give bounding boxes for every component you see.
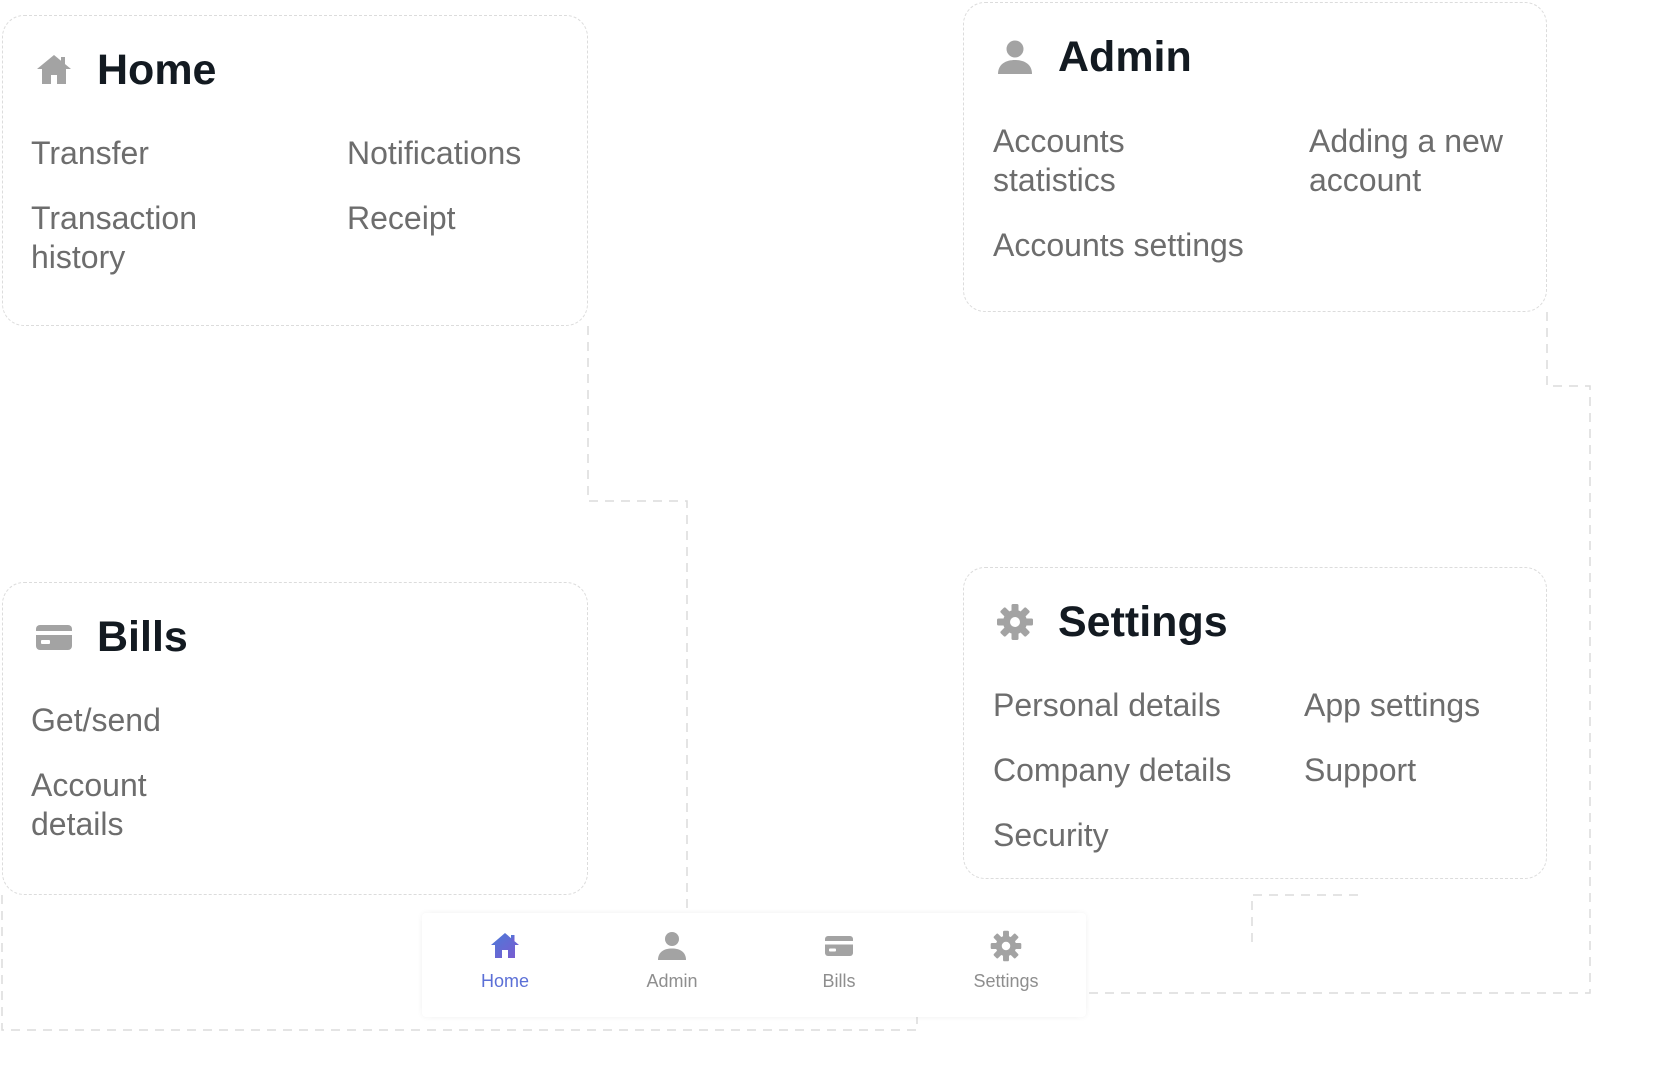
admin-item-adding-new-account[interactable]: Adding a new account [1309,122,1503,200]
nav-item-bills[interactable]: Bills [779,923,899,1007]
nav-label-home: Home [480,971,529,991]
admin-card-header: Admin [994,33,1192,81]
bills-item-account-details[interactable]: Account details [31,766,147,844]
connector-settings-stub [1251,894,1360,942]
admin-card: Admin Accounts statistics Adding a new a… [963,2,1547,312]
bills-item-get-send[interactable]: Get/send [31,701,161,740]
admin-card-title: Admin [1058,33,1192,81]
home-card-title: Home [97,46,217,94]
nav-item-home[interactable]: Home [445,923,565,1007]
home-icon [491,933,519,958]
user-icon [994,36,1036,78]
nav-label-bills: Bills [822,971,856,991]
settings-card: Settings Personal details App settings C… [963,567,1547,879]
gear-icon [990,930,1022,962]
settings-item-personal-details[interactable]: Personal details [993,686,1221,725]
home-item-transaction-history[interactable]: Transaction history [31,199,197,277]
nav-label-settings: Settings [973,971,1039,991]
connector-home-nav [587,326,688,913]
sitemap-diagram: Home Transfer Notifications Transaction … [0,0,1680,1077]
card-icon [33,616,75,658]
admin-item-accounts-statistics[interactable]: Accounts statistics [993,122,1125,200]
home-card-header: Home [33,46,216,94]
settings-card-header: Settings [994,598,1228,646]
settings-item-app-settings[interactable]: App settings [1304,686,1480,725]
settings-item-company-details[interactable]: Company details [993,751,1231,790]
home-card: Home Transfer Notifications Transaction … [2,15,588,326]
card-icon [825,936,853,956]
bills-card: Bills Get/send Account details [2,582,588,895]
admin-item-accounts-settings[interactable]: Accounts settings [993,226,1244,265]
bills-card-title: Bills [97,613,188,661]
home-item-transfer[interactable]: Transfer [31,134,149,173]
home-item-notifications[interactable]: Notifications [347,134,521,173]
bottom-nav-bar: Home Admin Bills Settings [422,913,1086,1017]
home-item-receipt[interactable]: Receipt [347,199,456,238]
settings-item-support[interactable]: Support [1304,751,1416,790]
home-icon [33,49,75,91]
settings-card-title: Settings [1058,598,1228,646]
settings-item-security[interactable]: Security [993,816,1109,855]
user-icon [658,932,686,960]
nav-label-admin: Admin [646,971,698,991]
nav-item-admin[interactable]: Admin [612,923,732,1007]
nav-item-settings[interactable]: Settings [946,923,1066,1007]
gear-icon [994,601,1036,643]
bills-card-header: Bills [33,613,188,661]
